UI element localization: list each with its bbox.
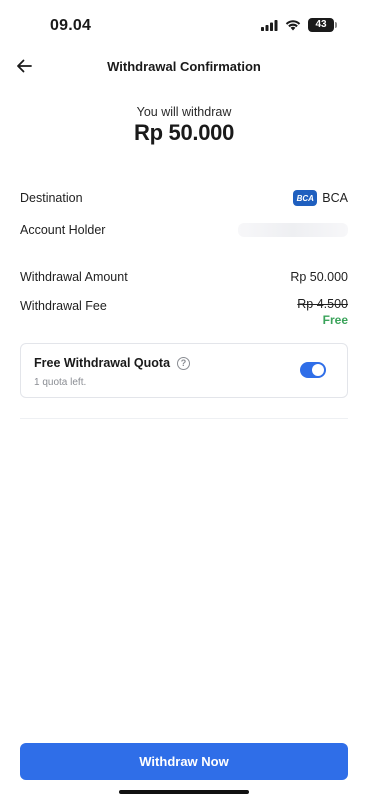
withdrawal-fee-row: Withdrawal Fee Rp 4.500 Free (20, 297, 348, 331)
destination-row: Destination BCA BCA (20, 188, 348, 208)
free-quota-toggle[interactable] (300, 362, 326, 378)
withdrawal-confirmation-screen: 09.04 43 Withdrawal Confirmation You wil… (0, 0, 368, 800)
withdrawal-amount-label: Withdrawal Amount (20, 270, 128, 284)
quota-remaining: 1 quota left. (34, 377, 87, 388)
account-holder-label: Account Holder (20, 223, 106, 237)
home-indicator (119, 790, 249, 794)
withdrawal-fee-free: Free (322, 313, 348, 327)
withdrawal-amount-value: Rp 50.000 (290, 270, 348, 284)
withdrawal-fee-label: Withdrawal Fee (20, 299, 107, 313)
bank-name: BCA (322, 191, 348, 205)
destination-bank: BCA BCA (293, 190, 348, 206)
amount-value: Rp 50.000 (133, 120, 235, 145)
quota-title: Free Withdrawal Quota (34, 356, 171, 370)
page-title: Withdrawal Confirmation (107, 59, 261, 74)
toggle-knob (312, 364, 324, 376)
status-bar: 09.04 43 (0, 0, 368, 52)
header: Withdrawal Confirmation (0, 52, 368, 82)
withdrawal-amount-row: Withdrawal Amount Rp 50.000 (20, 267, 348, 287)
status-time: 09.04 (50, 17, 92, 34)
amount-caption: You will withdraw (136, 105, 232, 119)
withdrawal-fee-values: Rp 4.500 Free (297, 297, 348, 327)
status-icons: 43 (261, 18, 337, 32)
bca-logo-icon: BCA (293, 190, 318, 206)
withdraw-now-button[interactable]: Withdraw Now (20, 743, 348, 780)
cellular-signal-icon (261, 19, 278, 31)
battery-icon: 43 (308, 18, 337, 32)
withdrawal-fee-original: Rp 4.500 (297, 297, 348, 311)
account-holder-value-redacted (238, 223, 348, 237)
account-holder-row: Account Holder (20, 220, 348, 240)
battery-level: 43 (315, 19, 327, 30)
divider (20, 418, 348, 419)
quota-title-row: Free Withdrawal Quota ? (34, 356, 191, 370)
destination-label: Destination (20, 191, 83, 205)
help-icon[interactable]: ? (177, 356, 191, 370)
wifi-icon (285, 20, 301, 31)
free-quota-card: Free Withdrawal Quota ? 1 quota left. (20, 343, 348, 398)
